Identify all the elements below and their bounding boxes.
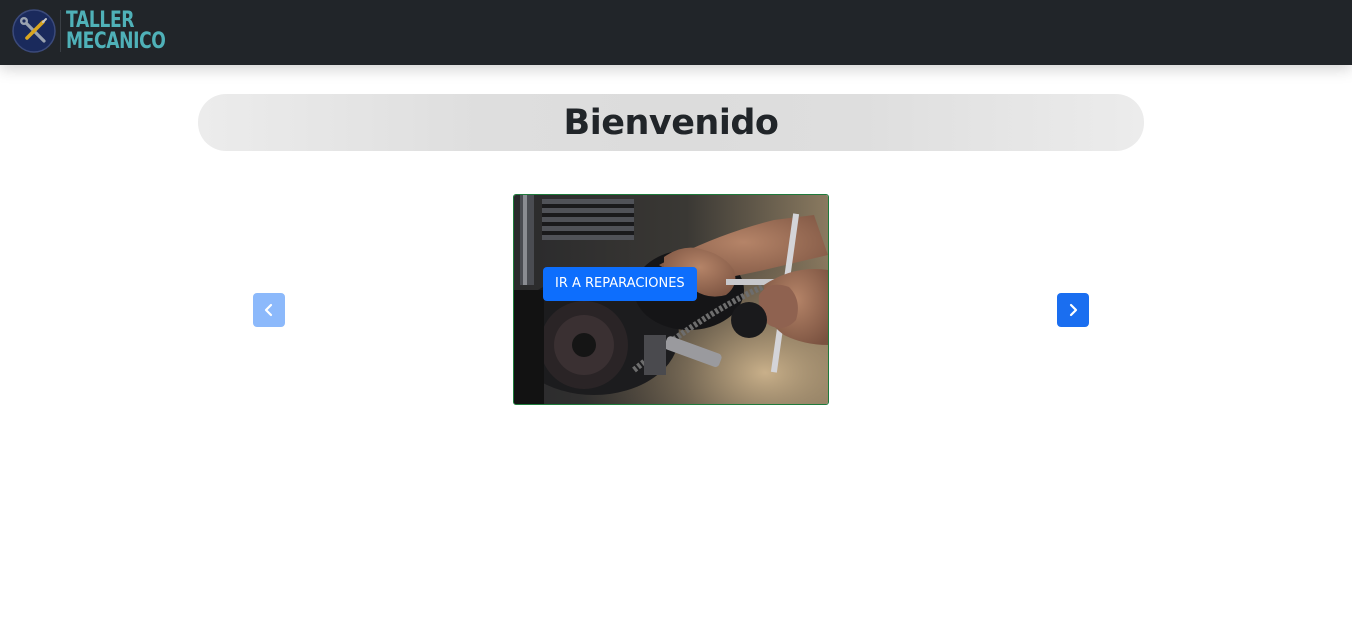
carousel-slide: IR A REPARACIONES — [513, 194, 829, 405]
welcome-banner: Bienvenido — [198, 94, 1144, 151]
brand-separator — [60, 10, 61, 52]
brand-logo[interactable]: TALLER MECANICO — [12, 5, 194, 57]
chevron-left-icon — [264, 303, 273, 317]
chevron-right-icon — [1069, 303, 1078, 317]
navbar: TALLER MECANICO — [0, 0, 1352, 65]
page-title: Bienvenido — [563, 102, 779, 143]
brand-line-2: MECANICO — [66, 29, 166, 54]
carousel-next-button[interactable] — [1057, 293, 1089, 327]
brand-line-1: TALLER — [66, 8, 135, 33]
carousel-prev-button[interactable] — [253, 293, 285, 327]
brand-name: TALLER MECANICO — [66, 8, 166, 54]
wrench-screwdriver-icon — [12, 9, 56, 53]
go-to-repairs-button[interactable]: IR A REPARACIONES — [543, 267, 697, 301]
